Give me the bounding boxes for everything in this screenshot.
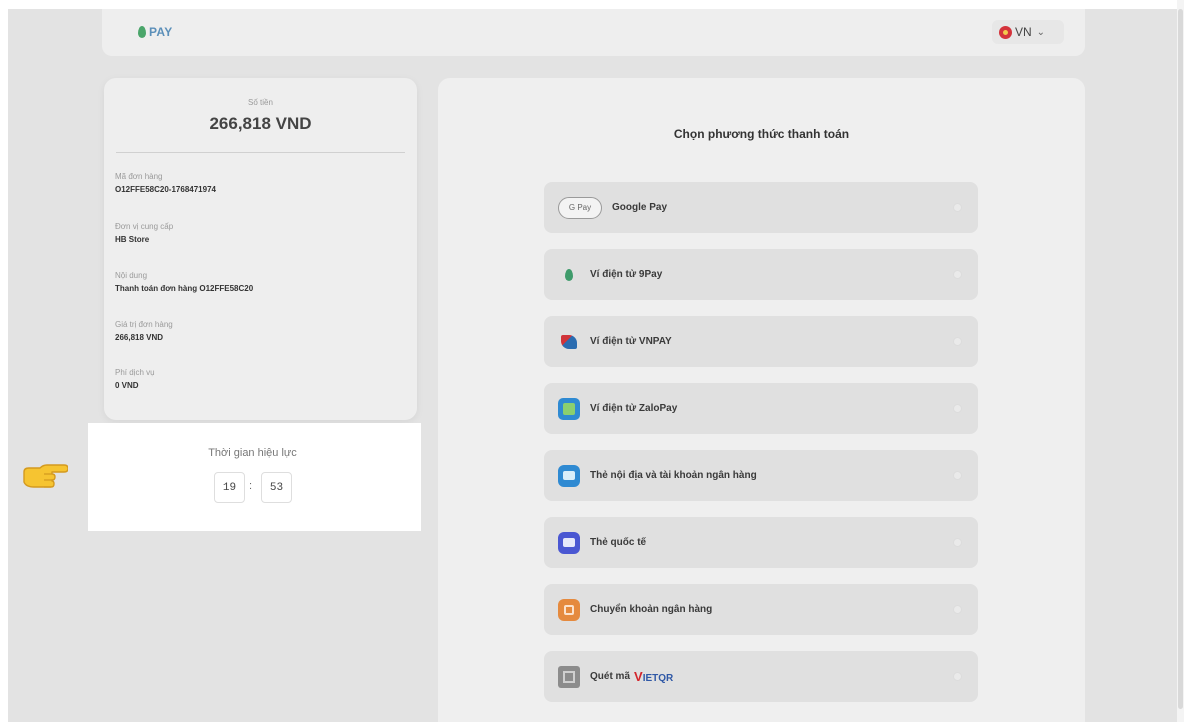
radio-button[interactable] xyxy=(953,337,962,346)
amount-value: 266,818 VND xyxy=(209,114,312,133)
method-vnpay-wallet[interactable]: Ví điện tử VNPAY xyxy=(544,316,978,367)
description-label: Nội dung xyxy=(115,271,148,280)
google-pay-icon: G Pay xyxy=(558,196,602,219)
description-field: Nội dung Thanh toán đơn hàng O12FFE58C20 xyxy=(115,271,253,293)
payment-method-list: G Pay Google Pay Ví điện tử 9Pay Ví điện… xyxy=(544,182,978,718)
top-header: PAY VN ⌄ xyxy=(102,9,1085,56)
service-fee-label: Phí dịch vụ xyxy=(115,368,155,377)
scrollbar-thumb[interactable] xyxy=(1178,9,1183,709)
summary-divider xyxy=(116,152,405,153)
domestic-card-icon xyxy=(558,464,580,487)
bank-transfer-icon xyxy=(558,598,580,621)
method-label: Ví điện tử 9Pay xyxy=(590,269,663,280)
radio-button[interactable] xyxy=(953,270,962,279)
page-scrollbar[interactable] xyxy=(1177,0,1184,722)
radio-button[interactable] xyxy=(953,203,962,212)
amount-label: Số tiền xyxy=(248,98,273,107)
method-international-card[interactable]: Thẻ quốc tế xyxy=(544,517,978,568)
radio-button[interactable] xyxy=(953,672,962,681)
payment-title: Chọn phương thức thanh toán xyxy=(673,127,850,141)
international-card-icon xyxy=(558,531,580,554)
pointing-hand-icon xyxy=(23,464,68,488)
method-label: Thẻ quốc tế xyxy=(590,537,647,548)
service-fee-field: Phí dịch vụ 0 VND xyxy=(115,368,155,390)
vietqr-logo-v: V xyxy=(634,669,643,684)
ninepay-logo[interactable]: PAY xyxy=(138,25,173,39)
method-domestic-card[interactable]: Thẻ nội địa và tài khoản ngân hàng xyxy=(544,450,978,501)
timer-highlight: Thời gian hiệu lực 19 : 53 xyxy=(88,423,421,531)
method-label: Quét mã xyxy=(590,671,631,682)
service-fee-value: 0 VND xyxy=(115,381,139,390)
provider-field: Đơn vị cung cấp HB Store xyxy=(115,222,173,244)
description-value: Thanh toán đơn hàng O12FFE58C20 xyxy=(115,284,254,293)
provider-value: HB Store xyxy=(115,235,150,244)
timer-seconds: 53 xyxy=(261,472,292,503)
ninepay-logo-icon xyxy=(138,26,146,38)
method-label: Thẻ nội địa và tài khoản ngân hàng xyxy=(590,470,757,481)
language-code: VN xyxy=(1015,25,1032,39)
order-value-field: Giá trị đơn hàng 266,818 VND xyxy=(115,320,173,342)
radio-button[interactable] xyxy=(953,471,962,480)
vietqr-logo: VIETQR xyxy=(634,669,673,684)
order-id-field: Mã đơn hàng O12FFE58C20-1768471974 xyxy=(115,172,216,194)
provider-label: Đơn vị cung cấp xyxy=(115,222,174,231)
vietnam-flag-icon xyxy=(999,25,1012,39)
method-label: Ví điện tử ZaloPay xyxy=(590,403,678,414)
radio-button[interactable] xyxy=(953,538,962,547)
chevron-down-icon: ⌄ xyxy=(1036,26,1046,38)
radio-button[interactable] xyxy=(953,605,962,614)
method-google-pay[interactable]: G Pay Google Pay xyxy=(544,182,978,233)
method-label: Google Pay xyxy=(612,202,668,213)
order-id-label: Mã đơn hàng xyxy=(115,172,163,181)
language-selector[interactable]: VN ⌄ xyxy=(992,20,1064,44)
order-value-label: Giá trị đơn hàng xyxy=(115,320,173,329)
order-id-value: O12FFE58C20-1768471974 xyxy=(115,185,216,194)
radio-button[interactable] xyxy=(953,404,962,413)
order-summary-card: Số tiền 266,818 VND Mã đơn hàng O12FFE58… xyxy=(104,78,417,420)
method-label: Ví điện tử VNPAY xyxy=(590,336,672,347)
timer-label: Thời gian hiệu lực xyxy=(208,447,297,459)
method-bank-transfer[interactable]: Chuyển khoản ngân hàng xyxy=(544,584,978,635)
order-value-value: 266,818 VND xyxy=(115,333,164,342)
method-qr-scan[interactable]: Quét mã VIETQR xyxy=(544,651,978,702)
vietqr-logo-text: IETQR xyxy=(642,673,674,684)
method-9pay-wallet[interactable]: Ví điện tử 9Pay xyxy=(544,249,978,300)
9pay-icon xyxy=(558,264,580,286)
validity-timer-card: Thời gian hiệu lực 19 : 53 xyxy=(96,429,409,519)
method-label: Chuyển khoản ngân hàng xyxy=(590,604,713,615)
vnpay-icon xyxy=(558,331,580,353)
payment-method-panel: Chọn phương thức thanh toán G Pay Google… xyxy=(438,78,1085,722)
zalopay-icon xyxy=(558,397,580,420)
timer-minutes: 19 xyxy=(214,472,245,503)
page-backdrop: PAY VN ⌄ Số tiền 266,818 VND Mã đơn hàng… xyxy=(8,9,1177,722)
method-zalopay-wallet[interactable]: Ví điện tử ZaloPay xyxy=(544,383,978,434)
qr-code-icon xyxy=(558,665,580,688)
timer-separator: : xyxy=(249,480,253,492)
logo-text: PAY xyxy=(149,25,173,39)
